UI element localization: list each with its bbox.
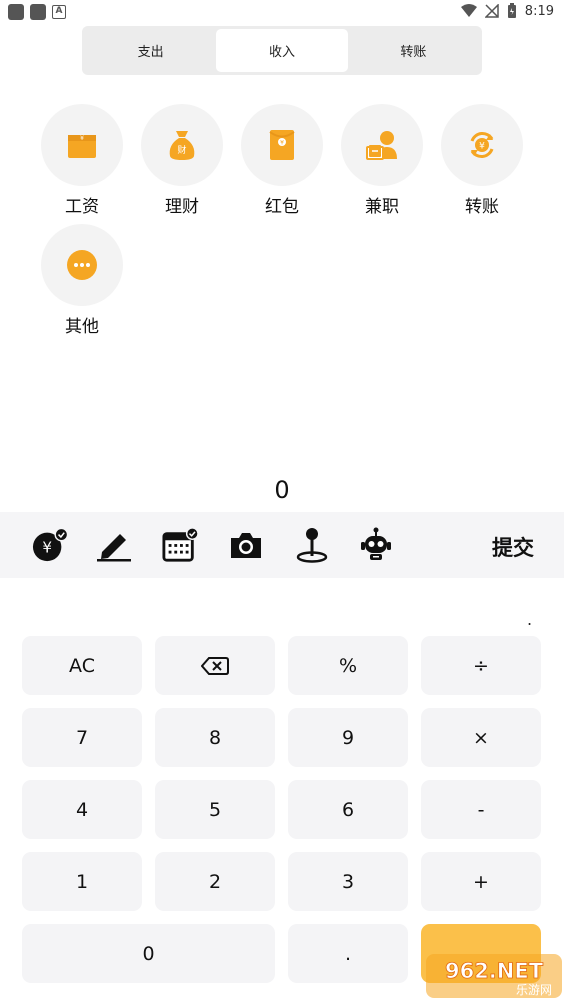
pencil-note-icon [97,534,131,562]
category-finance[interactable]: 财 理财 [141,104,223,217]
category-wage[interactable]: ¥ 工资 [41,104,123,217]
entry-toolbar: ¥ 提交 [0,512,564,578]
category-transfer[interactable]: ¥ 转账 [441,104,523,217]
category-other[interactable]: 其他 [41,224,123,337]
photo-button[interactable] [228,526,264,564]
notification-icon [8,4,24,20]
category-icon-circle [41,224,123,306]
location-pin-icon [296,528,328,563]
part-time-worker-icon [366,131,397,160]
category-label: 理财 [165,197,199,217]
key-divide[interactable]: ÷ [421,636,541,695]
category-icon-circle: ¥ [41,104,123,186]
money-bag-icon: 财 [169,131,195,160]
key-8[interactable]: 8 [155,708,275,767]
key-4[interactable]: 4 [22,780,142,839]
key-2[interactable]: 2 [155,852,275,911]
no-signal-icon [484,4,499,18]
category-icon-circle [341,104,423,186]
svg-text:乐游网: 乐游网 [516,983,552,997]
robot-icon [361,527,391,560]
status-indicators: 8:19 [460,3,554,19]
key-3[interactable]: 3 [288,852,408,911]
key-clear[interactable]: AC [22,636,142,695]
notification-icon [30,4,46,20]
currency-button[interactable]: ¥ [32,526,68,564]
app-notification-icon: A [52,5,66,19]
svg-text:¥: ¥ [80,135,84,142]
key-plus[interactable]: + [421,852,541,911]
category-icon-circle: 财 [141,104,223,186]
backspace-icon [201,656,229,675]
more-dots-icon [67,250,97,280]
svg-text:¥: ¥ [42,539,52,557]
key-7[interactable]: 7 [22,708,142,767]
category-red-envelope[interactable]: ¥ 红包 [241,104,323,217]
key-6[interactable]: 6 [288,780,408,839]
key-minus[interactable]: - [421,780,541,839]
key-9[interactable]: 9 [288,708,408,767]
category-part-time[interactable]: 兼职 [341,104,423,217]
calendar-icon [162,527,198,562]
currency-yuan-icon: ¥ [32,527,68,562]
category-icon-circle: ¥ [441,104,523,186]
type-tabs: 支出 收入 转账 [82,26,482,75]
decimal-indicator: . [527,610,533,629]
category-label: 转账 [465,197,499,217]
key-1[interactable]: 1 [22,852,142,911]
svg-text:财: 财 [177,144,186,156]
key-backspace[interactable] [155,636,275,695]
tab-income[interactable]: 收入 [216,29,348,72]
svg-text:¥: ¥ [280,140,284,147]
category-icon-circle: ¥ [241,104,323,186]
amount-display: 0 [274,476,290,504]
site-watermark-logo: 962.NET 乐游网 [426,954,562,998]
status-bar: A 8:19 [0,0,564,24]
status-notifications: A [8,4,66,20]
wage-box-icon: ¥ [68,135,96,158]
category-label: 红包 [265,197,299,217]
key-multiply[interactable]: × [421,708,541,767]
svg-text:962.NET: 962.NET [445,959,544,983]
transfer-cycle-icon: ¥ [470,132,494,158]
date-button[interactable] [162,526,198,564]
location-button[interactable] [294,526,330,564]
tab-transfer[interactable]: 转账 [348,29,479,72]
tab-expense[interactable]: 支出 [85,29,216,72]
status-time: 8:19 [524,3,554,19]
assistant-button[interactable] [358,526,394,564]
key-5[interactable]: 5 [155,780,275,839]
key-percent[interactable]: % [288,636,408,695]
category-label: 其他 [65,317,99,337]
wifi-icon [460,4,477,17]
red-envelope-icon: ¥ [269,130,295,160]
category-label: 工资 [65,197,99,217]
key-decimal[interactable]: . [288,924,408,983]
submit-button[interactable]: 提交 [492,532,534,562]
note-button[interactable] [96,526,132,564]
key-0[interactable]: 0 [22,924,275,983]
svg-text:¥: ¥ [479,142,485,152]
camera-icon [231,533,261,558]
category-label: 兼职 [365,197,399,217]
battery-icon [507,3,516,18]
